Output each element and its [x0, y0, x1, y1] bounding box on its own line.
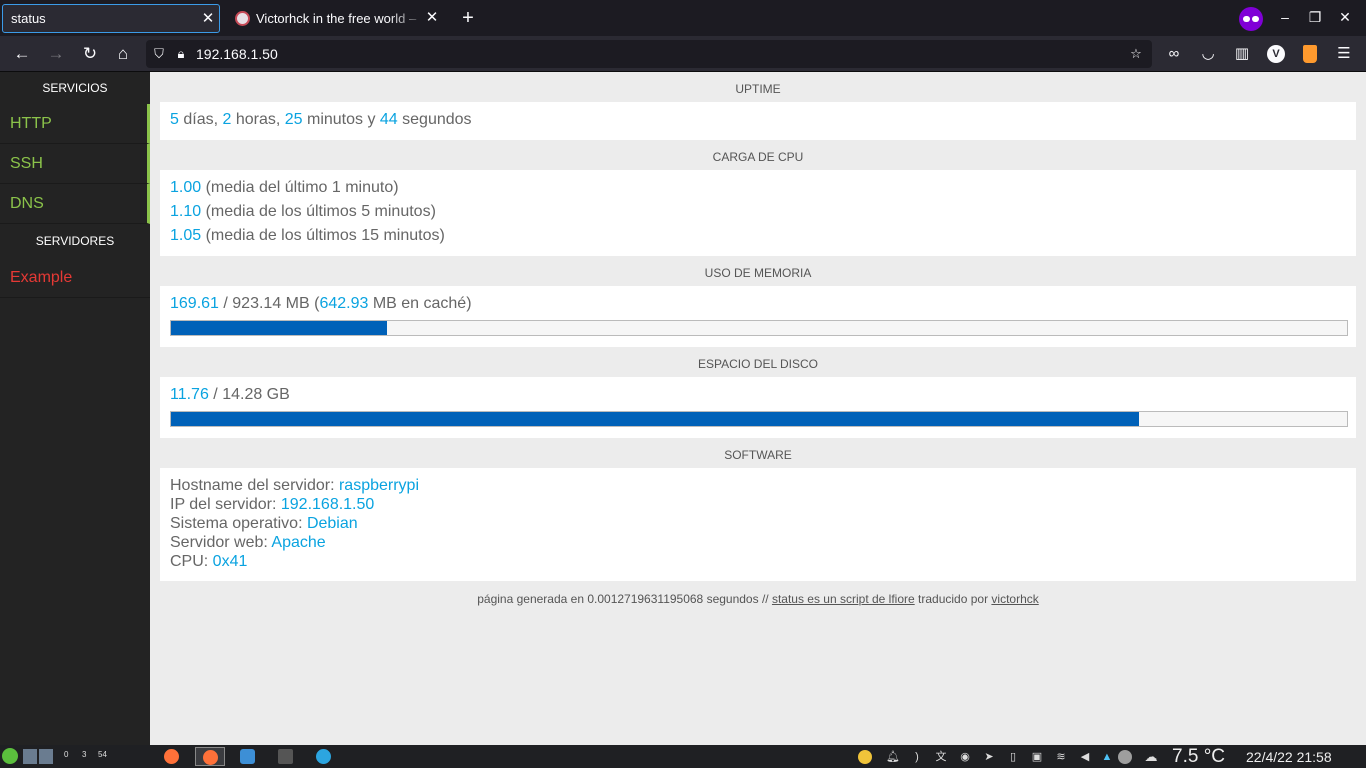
notifications-icon[interactable]: 🔔︎ — [886, 750, 900, 764]
taskbar-firefox-2[interactable] — [195, 747, 225, 766]
taskbar-terminal[interactable] — [271, 747, 301, 766]
tab-victorhck[interactable]: Victorhck in the free world – ✕ — [228, 4, 446, 33]
emoji-icon[interactable] — [858, 750, 872, 764]
menu-icon[interactable]: ☰ — [1334, 44, 1354, 64]
device-icon[interactable]: ▣ — [1030, 750, 1044, 764]
url-bar[interactable]: ⛉ 🔒︎ 192.168.1.50 ☆ — [146, 40, 1152, 68]
rss-icon[interactable]: ) — [910, 750, 924, 764]
tab-status[interactable]: status ✕ — [2, 4, 220, 33]
taskbar: 0 3 54 🔔︎ ) 文 ◉ ➤ ▯ ▣ ≋ ◀ ▲ ☁ 7.5 °C 22/… — [0, 745, 1366, 768]
memory-text: 169.61 / 923.14 MB (642.93 MB en caché) — [170, 295, 472, 312]
page-footer: página generada en 0.0012719631195068 se… — [477, 592, 1039, 606]
memory-heading: USO DE MEMORIA — [704, 266, 812, 280]
memory-panel: 169.61 / 923.14 MB (642.93 MB en caché) — [160, 286, 1356, 347]
close-icon[interactable]: ✕ — [200, 11, 216, 27]
site-favicon-icon — [235, 11, 250, 26]
close-window-button[interactable]: ✕ — [1337, 9, 1353, 25]
home-button[interactable]: ⌂ — [113, 44, 133, 64]
memory-usage-bar — [170, 320, 1348, 336]
uptime-text: 5 días, 2 horas, 25 minutos y 44 segundo… — [170, 111, 472, 128]
disk-text: 11.76 / 14.28 GB — [170, 386, 290, 403]
uptime-heading: UPTIME — [735, 82, 781, 96]
pocket-icon[interactable]: ◡ — [1198, 44, 1218, 64]
cpu-load-1min: 1.00 (media del último 1 minuto) — [170, 179, 399, 196]
navigation-toolbar: ← → ↻ ⌂ ⛉ 🔒︎ 192.168.1.50 ☆ — [0, 36, 1366, 72]
temperature: 7.5 °C — [1172, 746, 1226, 767]
forward-button[interactable]: → — [46, 44, 66, 64]
counter-hours: 3 — [82, 750, 87, 759]
os-row: Sistema operativo: Debian — [170, 515, 358, 532]
cpu-load-5min: 1.10 (media de los últimos 5 minutos) — [170, 203, 436, 220]
clock[interactable]: 22/4/22 21:58 — [1246, 749, 1332, 765]
main-content: UPTIME 5 días, 2 horas, 25 minutos y 44 … — [150, 72, 1366, 745]
uptime-panel: 5 días, 2 horas, 25 minutos y 44 segundo… — [160, 102, 1356, 140]
extension-bucket-icon[interactable] — [1303, 45, 1317, 63]
counter-minutes: 54 — [98, 750, 107, 759]
clipboard-icon[interactable]: ▯ — [1006, 750, 1020, 764]
uptime-seconds: 44 — [379, 111, 398, 128]
tab-title: status — [11, 11, 46, 26]
bookmark-star-icon[interactable]: ☆ — [1128, 46, 1144, 62]
disk-usage-fill — [171, 412, 1139, 426]
reload-button[interactable]: ↻ — [80, 44, 100, 64]
close-icon[interactable]: ✕ — [424, 10, 440, 26]
counter-days: 0 — [64, 750, 69, 759]
sidebar-icon[interactable]: ▥ — [1232, 44, 1252, 64]
sidebar-item-ssh[interactable]: SSH — [0, 144, 150, 184]
send-icon[interactable]: ➤ — [982, 750, 996, 764]
ip-row: IP del servidor: 192.168.1.50 — [170, 496, 375, 513]
taskbar-telegram[interactable] — [309, 747, 339, 766]
user-icon[interactable] — [1118, 750, 1132, 764]
memory-usage-fill — [171, 321, 388, 335]
cpu-row: CPU: 0x41 — [170, 553, 248, 570]
back-button[interactable]: ← — [12, 44, 32, 64]
cpu-load-15min: 1.05 (media de los últimos 15 minutos) — [170, 227, 445, 244]
extension-v-icon[interactable]: V — [1267, 45, 1285, 63]
tray-expand-icon[interactable]: ▲ — [1100, 750, 1114, 764]
new-tab-button[interactable]: + — [458, 8, 478, 28]
taskbar-file-manager[interactable] — [233, 747, 263, 766]
webserver-row: Servidor web: Apache — [170, 534, 326, 551]
sidebar: SERVICIOS HTTP SSH DNS SERVIDORES Exampl… — [0, 72, 150, 745]
url-text: 192.168.1.50 — [196, 46, 278, 62]
private-mask-icon[interactable]: ∞ — [1164, 44, 1184, 64]
cpu-panel: 1.00 (media del último 1 minuto) 1.10 (m… — [160, 170, 1356, 256]
cpu-heading: CARGA DE CPU — [712, 150, 804, 164]
software-panel: Hostname del servidor: raspberrypi IP de… — [160, 468, 1356, 581]
sidebar-item-example[interactable]: Example — [0, 258, 150, 298]
disk-usage-bar — [170, 411, 1348, 427]
disk-panel: 11.76 / 14.28 GB — [160, 377, 1356, 438]
translate-icon[interactable]: 文 — [934, 750, 948, 764]
lfiore-link[interactable]: status es un script de lfiore — [772, 592, 915, 606]
media-icon[interactable]: ◉ — [958, 750, 972, 764]
restore-button[interactable]: ❐ — [1307, 9, 1323, 25]
desktop-pager[interactable] — [23, 749, 53, 764]
sidebar-item-http[interactable]: HTTP — [0, 104, 150, 144]
sidebar-item-dns[interactable]: DNS — [0, 184, 150, 224]
taskbar-firefox-1[interactable] — [157, 747, 187, 766]
wifi-icon[interactable]: ≋ — [1054, 750, 1068, 764]
lock-icon[interactable]: 🔒︎ — [173, 46, 189, 62]
tab-bar: status ✕ Victorhck in the free world – ✕… — [0, 0, 1366, 36]
uptime-minutes: 25 — [284, 111, 303, 128]
start-menu-icon[interactable] — [2, 748, 18, 764]
software-heading: SOFTWARE — [724, 448, 792, 462]
minimize-button[interactable]: – — [1277, 9, 1293, 25]
volume-icon[interactable]: ◀ — [1078, 750, 1092, 764]
hostname-row: Hostname del servidor: raspberrypi — [170, 477, 419, 494]
disk-heading: ESPACIO DEL DISCO — [697, 357, 819, 371]
private-browsing-icon — [1239, 7, 1263, 31]
servers-heading: SERVIDORES — [35, 234, 115, 248]
uptime-days: 5 — [170, 111, 179, 128]
services-heading: SERVICIOS — [42, 81, 108, 95]
victorhck-link[interactable]: victorhck — [991, 592, 1038, 606]
shield-icon[interactable]: ⛉ — [151, 46, 167, 62]
weather-icon[interactable]: ☁ — [1144, 750, 1158, 764]
